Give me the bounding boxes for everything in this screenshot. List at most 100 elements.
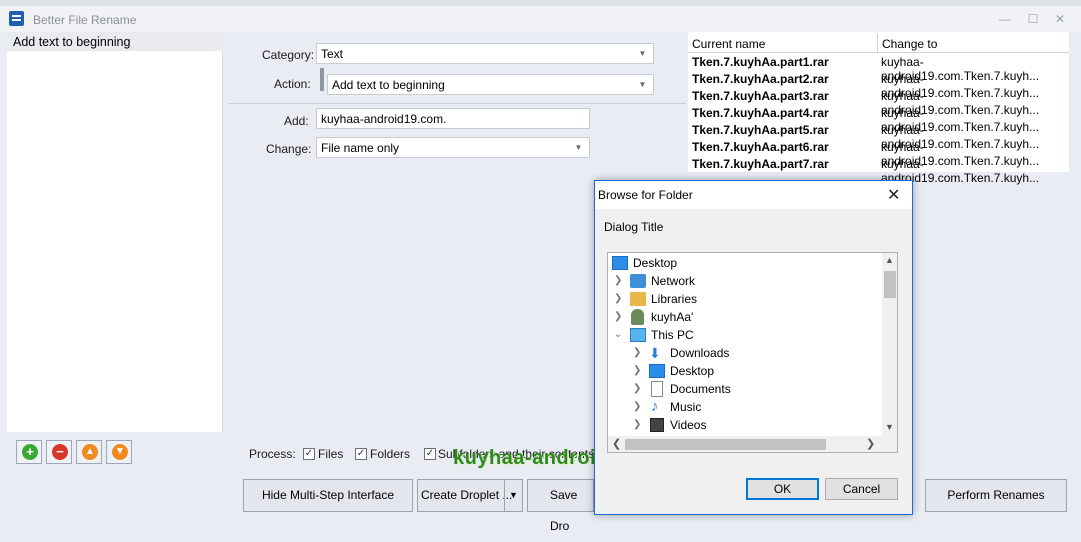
minimize-icon[interactable]: — xyxy=(998,12,1012,26)
minus-icon: − xyxy=(52,444,68,460)
tree-node-label: Videos xyxy=(670,418,707,432)
folders-checkbox-label: Folders xyxy=(370,447,411,461)
remove-step-button[interactable]: − xyxy=(46,440,72,464)
action-label: Action: xyxy=(274,77,311,91)
tree-node-label: Downloads xyxy=(670,346,730,360)
column-header-current[interactable]: Current name xyxy=(688,34,878,53)
arrow-down-icon: ▼ xyxy=(112,444,128,460)
chevron-down-icon[interactable]: ▼ xyxy=(504,480,522,511)
tree-node[interactable]: ⌄ This PC xyxy=(614,326,874,344)
current-name-cell[interactable]: Tken.7.kuyhAa.part1.rar xyxy=(692,55,829,69)
dialog-title: Browse for Folder xyxy=(598,188,693,202)
chevron-right-icon[interactable]: ❯ xyxy=(633,398,643,416)
current-name-cell[interactable]: Tken.7.kuyhAa.part5.rar xyxy=(692,123,829,137)
step-item[interactable]: Add text to beginning xyxy=(7,32,223,51)
chevron-right-icon[interactable]: ❯ xyxy=(633,416,643,434)
chevron-down-icon: ▼ xyxy=(574,143,583,152)
save-droplet-button[interactable]: Save Dro xyxy=(527,479,594,533)
change-label: Change: xyxy=(266,142,312,156)
action-select[interactable]: Add text to beginning ▼ xyxy=(327,74,654,95)
tree-node-label: Documents xyxy=(670,382,731,396)
current-name-cell[interactable]: Tken.7.kuyhAa.part3.rar xyxy=(692,89,829,103)
add-step-button[interactable]: + xyxy=(16,440,42,464)
files-checkbox[interactable]: ✓ xyxy=(303,448,315,460)
downloads-icon: ⬇ xyxy=(649,345,661,361)
top-strip xyxy=(0,0,1081,6)
chevron-right-icon[interactable]: ❯ xyxy=(633,380,643,398)
ok-button[interactable]: OK xyxy=(746,478,819,500)
music-icon: ♪ xyxy=(651,398,659,415)
tree-node[interactable]: Desktop xyxy=(612,254,872,272)
close-icon[interactable]: ✕ xyxy=(1053,12,1067,26)
browse-folder-dialog: Browse for Folder ✕ Dialog Title Desktop… xyxy=(594,180,913,515)
add-text-input[interactable]: kuyhaa-android19.com. xyxy=(316,108,590,129)
chevron-right-icon[interactable]: ❯ xyxy=(633,344,643,362)
chevron-down-icon: ▼ xyxy=(638,80,647,89)
current-name-cell[interactable]: Tken.7.kuyhAa.part2.rar xyxy=(692,72,829,86)
computer-icon xyxy=(630,328,646,342)
tree-node-label: Desktop xyxy=(670,364,715,378)
current-name-cell[interactable]: Tken.7.kuyhAa.part6.rar xyxy=(692,140,829,154)
action-indent-bar xyxy=(320,68,324,91)
chevron-down-icon[interactable]: ⌄ xyxy=(614,326,624,344)
scroll-down-icon[interactable]: ▼ xyxy=(885,422,894,432)
videos-icon xyxy=(650,418,664,432)
tree-node-label: Music xyxy=(670,400,702,414)
user-icon xyxy=(631,309,644,325)
change-value: File name only xyxy=(321,141,400,155)
desktop-icon xyxy=(612,256,628,270)
current-name-cell[interactable]: Tken.7.kuyhAa.part7.rar xyxy=(692,157,829,171)
hide-multistep-button[interactable]: Hide Multi-Step Interface xyxy=(243,479,413,512)
tree-node[interactable]: ❯ Desktop xyxy=(633,362,873,380)
arrow-up-icon: ▲ xyxy=(82,444,98,460)
folders-checkbox[interactable]: ✓ xyxy=(355,448,367,460)
network-icon xyxy=(630,274,646,288)
create-droplet-label: Create Droplet ... xyxy=(421,488,513,502)
scroll-up-icon[interactable]: ▲ xyxy=(885,255,894,265)
folder-tree[interactable]: Desktop ❯ Network ❯ Libraries ❯ kuyhAa' … xyxy=(607,252,898,453)
libraries-icon xyxy=(630,292,646,306)
subfolders-checkbox[interactable]: ✓ xyxy=(424,448,436,460)
tree-node-label: Desktop xyxy=(633,256,678,270)
scroll-right-icon[interactable]: ❯ xyxy=(866,437,875,450)
dialog-subtitle: Dialog Title xyxy=(604,220,664,234)
move-up-button[interactable]: ▲ xyxy=(76,440,102,464)
documents-icon xyxy=(651,381,663,397)
change-select[interactable]: File name only ▼ xyxy=(316,137,590,158)
category-label: Category: xyxy=(262,48,315,62)
horizontal-scroll-thumb[interactable] xyxy=(625,439,826,450)
steps-list[interactable] xyxy=(7,32,223,432)
chevron-right-icon[interactable]: ❯ xyxy=(614,272,624,290)
current-name-cell[interactable]: Tken.7.kuyhAa.part4.rar xyxy=(692,106,829,120)
tree-node-label: This PC xyxy=(651,328,694,342)
tree-node[interactable]: ❯ ⬇ Downloads xyxy=(633,344,873,362)
cancel-button[interactable]: Cancel xyxy=(825,478,898,500)
vertical-scroll-thumb[interactable] xyxy=(884,271,896,298)
tree-node[interactable]: ❯ Videos xyxy=(633,416,873,434)
column-header-change[interactable]: Change to xyxy=(878,34,1069,53)
tree-node[interactable]: ❯ ♪ Music xyxy=(633,398,873,416)
create-droplet-button[interactable]: Create Droplet ... ▼ xyxy=(417,479,523,512)
chevron-right-icon[interactable]: ❯ xyxy=(614,290,624,308)
chevron-right-icon[interactable]: ❯ xyxy=(614,308,624,326)
perform-renames-button[interactable]: Perform Renames xyxy=(925,479,1067,512)
tree-node-label: kuyhAa' xyxy=(651,310,694,324)
add-label: Add: xyxy=(284,114,309,128)
category-select[interactable]: Text ▼ xyxy=(316,43,654,64)
scroll-left-icon[interactable]: ❮ xyxy=(612,437,621,450)
close-icon[interactable]: ✕ xyxy=(887,185,900,205)
app-icon xyxy=(9,11,24,26)
tree-node[interactable]: ❯ Network xyxy=(614,272,874,290)
divider xyxy=(229,103,686,104)
files-checkbox-label: Files xyxy=(318,447,344,461)
tree-node[interactable]: ❯ Libraries xyxy=(614,290,874,308)
maximize-icon[interactable]: ☐ xyxy=(1026,12,1040,26)
desktop-icon xyxy=(649,364,665,378)
tree-node-label: Network xyxy=(651,274,696,288)
tree-node-label: Libraries xyxy=(651,292,698,306)
tree-node[interactable]: ❯ Documents xyxy=(633,380,873,398)
plus-icon: + xyxy=(22,444,38,460)
chevron-right-icon[interactable]: ❯ xyxy=(633,362,643,380)
move-down-button[interactable]: ▼ xyxy=(106,440,132,464)
tree-node[interactable]: ❯ kuyhAa' xyxy=(614,308,874,326)
